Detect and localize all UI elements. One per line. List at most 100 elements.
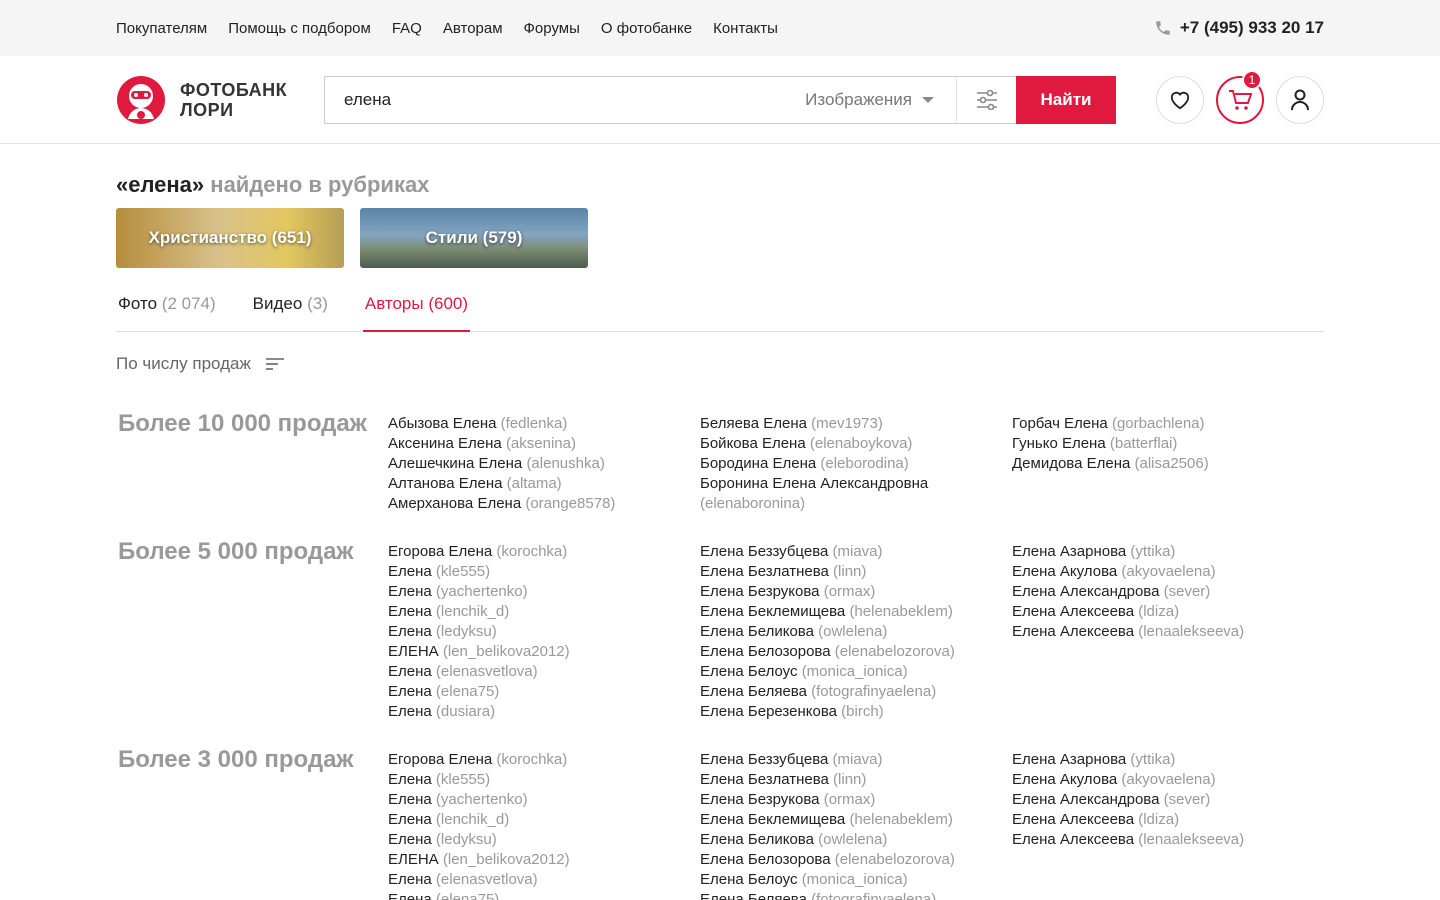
author-link[interactable]: Елена Беляева (fotografinyaelena) — [700, 682, 1012, 702]
search-button[interactable]: Найти — [1016, 75, 1116, 124]
author-link[interactable]: Елена Алексеева (lenaalekseeva) — [1012, 830, 1324, 850]
author-link[interactable]: Абызова Елена (fedlenka) — [388, 414, 700, 434]
author-name: Елена Безрукова — [700, 791, 820, 808]
author-link[interactable]: Елена (kle555) — [388, 770, 700, 790]
author-link[interactable]: Амерханова Елена (orange8578) — [388, 494, 700, 514]
author-link[interactable]: Егорова Елена (korochka) — [388, 750, 700, 770]
nav-link-faq[interactable]: FAQ — [392, 20, 422, 37]
tab-photo[interactable]: Фото (2 074) — [116, 292, 218, 331]
phone-link[interactable]: +7 (495) 933 20 17 — [1154, 18, 1324, 38]
author-link[interactable]: Елена Безлатнева (linn) — [700, 770, 1012, 790]
favorites-button[interactable] — [1156, 75, 1204, 124]
author-name: Елена Безлатнева — [700, 771, 829, 788]
author-link[interactable]: Гунько Елена (batterflai) — [1012, 434, 1324, 454]
nav-link-help[interactable]: Помощь с подбором — [228, 20, 371, 37]
author-link[interactable]: Елена (lenchik_d) — [388, 810, 700, 830]
author-link[interactable]: Елена Березенкова (birch) — [700, 702, 1012, 722]
search-input[interactable] — [325, 76, 806, 123]
author-link[interactable]: Елена Александрова (sever) — [1012, 582, 1324, 602]
rubric-card-christianity[interactable]: Христианство (651) — [116, 208, 344, 268]
author-link[interactable]: Аксенина Елена (aksenina) — [388, 434, 700, 454]
author-link[interactable]: Елена Азарнова (yttika) — [1012, 542, 1324, 562]
rubric-label: Христианство (651) — [148, 228, 312, 247]
author-link[interactable]: Елена Безлатнева (linn) — [700, 562, 1012, 582]
author-link[interactable]: Елена Алексеева (ldiza) — [1012, 810, 1324, 830]
author-link[interactable]: Горбач Елена (gorbachlena) — [1012, 414, 1324, 434]
author-link[interactable]: Елена Безрукова (ormax) — [700, 582, 1012, 602]
author-login: (owlelena) — [818, 623, 888, 640]
author-name: Горбач Елена — [1012, 415, 1108, 432]
author-link[interactable]: Елена Беликова (owlelena) — [700, 830, 1012, 850]
author-link[interactable]: Елена (elena75) — [388, 682, 700, 702]
author-link[interactable]: Беляева Елена (mev1973) — [700, 414, 1012, 434]
author-name: Боронина Елена Александровна — [700, 475, 929, 492]
nav-link-buyers[interactable]: Покупателям — [116, 20, 207, 37]
author-name: Елена Акулова — [1012, 771, 1118, 788]
author-link[interactable]: Бойкова Елена (elenaboykova) — [700, 434, 1012, 454]
author-link[interactable]: Елена Беликова (owlelena) — [700, 622, 1012, 642]
sales-group-title: Более 3 000 продаж — [118, 746, 354, 773]
author-link[interactable]: Елена Александрова (sever) — [1012, 790, 1324, 810]
tab-video[interactable]: Видео (3) — [251, 292, 330, 331]
sales-group-title: Более 10 000 продаж — [118, 410, 367, 437]
rubric-card-styles[interactable]: Стили (579) — [360, 208, 588, 268]
author-link[interactable]: Елена Алексеева (lenaalekseeva) — [1012, 622, 1324, 642]
author-link[interactable]: Елена Алексеева (ldiza) — [1012, 602, 1324, 622]
author-name: Елена — [388, 683, 432, 700]
author-link[interactable]: Елена Азарнова (yttika) — [1012, 750, 1324, 770]
nav-link-contacts[interactable]: Контакты — [713, 20, 778, 37]
author-login: (elenasvetlova) — [435, 663, 538, 680]
nav-link-authors[interactable]: Авторам — [443, 20, 503, 37]
search-type-dropdown[interactable]: Изображения — [805, 90, 956, 110]
filter-button[interactable] — [956, 76, 1016, 123]
author-link[interactable]: Елена (ledyksu) — [388, 830, 700, 850]
rubric-list: Христианство (651) Стили (579) — [116, 208, 1324, 268]
author-link[interactable]: Елена (elenasvetlova) — [388, 870, 700, 890]
author-link[interactable]: Елена Белоус (monica_ionica) — [700, 870, 1012, 890]
author-link[interactable]: Егорова Елена (korochka) — [388, 542, 700, 562]
top-bar: Покупателям Помощь с подбором FAQ Автора… — [0, 0, 1440, 56]
author-link[interactable]: Елена Белоус (monica_ionica) — [700, 662, 1012, 682]
author-link[interactable]: Елена (elenasvetlova) — [388, 662, 700, 682]
nav-link-forums[interactable]: Форумы — [524, 20, 580, 37]
author-link[interactable]: Елена Беззубцева (miava) — [700, 750, 1012, 770]
author-link[interactable]: Бородина Елена (eleborodina) — [700, 454, 1012, 474]
author-link[interactable]: Елена (yachertenko) — [388, 790, 700, 810]
nav-link-about[interactable]: О фотобанке — [601, 20, 692, 37]
author-link[interactable]: Елена Акулова (akyovaelena) — [1012, 770, 1324, 790]
author-link[interactable]: Елена Безрукова (ormax) — [700, 790, 1012, 810]
sort-control[interactable]: По числу продаж — [116, 354, 1324, 374]
author-link[interactable]: Демидова Елена (alisa2506) — [1012, 454, 1324, 474]
author-link[interactable]: Алешечкина Елена (alenushka) — [388, 454, 700, 474]
author-link[interactable]: Елена (yachertenko) — [388, 582, 700, 602]
author-login: (monica_ionica) — [801, 663, 908, 680]
author-link[interactable]: ЕЛЕНА (len_belikova2012) — [388, 850, 700, 870]
author-link[interactable]: Елена Белозорова (elenabelozorova) — [700, 850, 1012, 870]
author-login: (batterflai) — [1109, 435, 1178, 452]
author-link[interactable]: Елена Беззубцева (miava) — [700, 542, 1012, 562]
profile-button[interactable] — [1276, 75, 1324, 124]
author-link[interactable]: Боронина Елена Александровна (elenaboron… — [700, 474, 1012, 514]
author-login: (linn) — [833, 563, 867, 580]
sort-label: По числу продаж — [116, 354, 251, 373]
author-login: (fedlenka) — [500, 415, 568, 432]
author-login: (lenchik_d) — [435, 603, 510, 620]
author-link[interactable]: Елена (kle555) — [388, 562, 700, 582]
author-link[interactable]: Елена Беклемищева (helenabeklem) — [700, 810, 1012, 830]
author-column: Абызова Елена (fedlenka) Аксенина Елена (… — [388, 410, 700, 514]
author-link[interactable]: Елена Акулова (akyovaelena) — [1012, 562, 1324, 582]
author-link[interactable]: Елена (dusiara) — [388, 702, 700, 722]
author-link[interactable]: Елена Беклемищева (helenabeklem) — [700, 602, 1012, 622]
author-link[interactable]: Елена (lenchik_d) — [388, 602, 700, 622]
author-link[interactable]: Елена (elena75) — [388, 890, 700, 900]
tab-authors[interactable]: Авторы (600) — [362, 292, 471, 332]
author-link[interactable]: ЕЛЕНА (len_belikova2012) — [388, 642, 700, 662]
cart-button[interactable]: 1 — [1216, 69, 1264, 124]
logo[interactable]: ФОТОБАНК ЛОРИ — [116, 75, 324, 125]
author-link[interactable]: Елена Беляева (fotografinyaelena) — [700, 890, 1012, 900]
main-content: «елена» найдено в рубриках Христианство … — [0, 172, 1440, 900]
author-link[interactable]: Алтанова Елена (altama) — [388, 474, 700, 494]
author-link[interactable]: Елена Белозорова (elenabelozorova) — [700, 642, 1012, 662]
author-login: (kle555) — [435, 563, 491, 580]
author-link[interactable]: Елена (ledyksu) — [388, 622, 700, 642]
